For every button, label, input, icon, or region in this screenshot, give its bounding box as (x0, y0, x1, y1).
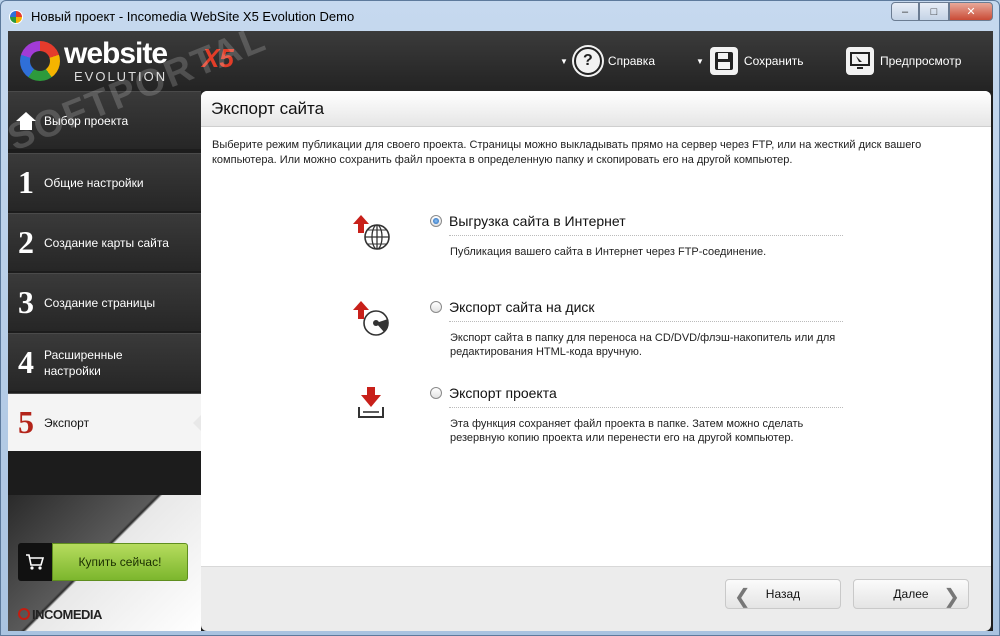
step-number: 1 (18, 164, 34, 200)
sidebar-item-label: Создание страницы (44, 295, 156, 310)
websitex5-logo: website X5 EVOLUTION (16, 37, 234, 85)
save-label: Сохранить (743, 54, 804, 68)
back-label: Назад (765, 587, 801, 601)
preview-label: Предпросмотр (880, 54, 962, 68)
next-label: Далее (893, 587, 929, 601)
incomedia-logo: INCOMEDIA (18, 607, 102, 622)
divider (449, 321, 843, 322)
chevron-right-icon: ❯ (943, 584, 960, 608)
radio-export-project[interactable] (430, 387, 442, 399)
radio-upload-internet[interactable] (430, 215, 442, 227)
sidebar: Выбор проекта 1 Общие настройки 2 Создан… (8, 91, 202, 631)
home-icon (8, 111, 44, 130)
upload-globe-icon (351, 213, 395, 253)
radio-export-disk[interactable] (430, 301, 442, 313)
download-tray-icon (351, 385, 395, 425)
back-button[interactable]: ❮ Назад (725, 579, 841, 609)
buy-now-label: Купить сейчас! (52, 543, 188, 581)
logo-x5: X5 (202, 43, 234, 73)
step-number: 4 (18, 344, 34, 380)
export-disk-icon (351, 299, 395, 339)
sidebar-item-label: Выбор проекта (44, 113, 129, 128)
logo-word: website (64, 37, 168, 70)
preview-button[interactable]: Предпросмотр (846, 45, 961, 77)
cart-icon (18, 543, 52, 581)
app-window: Новый проект - Incomedia WebSite X5 Evol… (0, 0, 1000, 636)
window-title: Новый проект - Incomedia WebSite X5 Evol… (31, 9, 355, 24)
step-number: 5 (18, 404, 34, 440)
sidebar-item-sitemap[interactable]: 2 Создание карты сайта (8, 213, 201, 271)
monitor-icon (846, 47, 874, 75)
main-header: Экспорт сайта (201, 91, 991, 127)
option-description: Эта функция сохраняет файл проекта в пап… (450, 418, 804, 444)
option-title: Выгрузка сайта в Интернет (449, 213, 626, 229)
title-bar: Новый проект - Incomedia WebSite X5 Evol… (1, 1, 999, 31)
incomedia-ring-icon (18, 608, 30, 620)
app-body: website X5 EVOLUTION ▼ ? Справка ▼ Сохра… (2, 18, 993, 631)
next-button[interactable]: Далее ❯ (853, 579, 969, 609)
top-toolbar: website X5 EVOLUTION ▼ ? Справка ▼ Сохра… (8, 31, 993, 91)
app-icon (9, 10, 23, 24)
page-description: Выберите режим публикации для своего про… (212, 139, 922, 166)
help-menu[interactable]: ▼ ? Справка (560, 45, 655, 77)
sidebar-item-page-creation[interactable]: 3 Создание страницы (8, 273, 201, 331)
help-label: Справка (607, 54, 655, 68)
main-panel: Экспорт сайта Выберите режим публикации … (201, 91, 991, 631)
option-title: Экспорт сайта на диск (449, 299, 595, 315)
logo-edition: EVOLUTION (74, 69, 168, 84)
buy-now-button[interactable]: Купить сейчас! (18, 543, 188, 581)
logo-circle-icon (20, 41, 60, 81)
sidebar-item-label: Общие настройки (44, 175, 144, 190)
chevron-left-icon: ❮ (734, 584, 751, 608)
step-number: 2 (18, 224, 34, 260)
maximize-button[interactable]: □ (919, 2, 949, 21)
caret-down-icon: ▼ (696, 56, 704, 66)
question-icon: ? (573, 47, 602, 75)
close-button[interactable]: ✕ (949, 2, 993, 21)
sidebar-item-label: Экспорт (44, 415, 90, 430)
sidebar-item-label: Создание карты сайта (44, 235, 169, 250)
step-number: 3 (18, 284, 34, 320)
caret-down-icon: ▼ (560, 56, 568, 66)
minimize-button[interactable]: – (891, 2, 919, 21)
option-title: Экспорт проекта (449, 385, 557, 401)
brand-label: INCOMEDIA (32, 607, 102, 622)
divider (449, 407, 843, 408)
sidebar-item-label: Расширенные настройки (44, 347, 123, 378)
option-description: Публикация вашего сайта в Интернет через… (450, 246, 767, 258)
divider (449, 235, 843, 236)
window-controls: – □ ✕ (891, 2, 993, 21)
sidebar-item-general-settings[interactable]: 1 Общие настройки (8, 153, 201, 211)
sidebar-item-advanced-settings[interactable]: 4 Расширенные настройки (8, 333, 201, 391)
sidebar-item-choose-project[interactable]: Выбор проекта (8, 91, 201, 149)
save-menu[interactable]: ▼ Сохранить (696, 45, 804, 77)
sidebar-item-export[interactable]: 5 Экспорт (8, 393, 202, 451)
sidebar-promo: Купить сейчас! INCOMEDIA (8, 495, 201, 631)
page-title: Экспорт сайта (211, 99, 325, 118)
option-description: Экспорт сайта в папку для переноса на CD… (450, 332, 836, 358)
floppy-disk-icon (709, 47, 738, 75)
